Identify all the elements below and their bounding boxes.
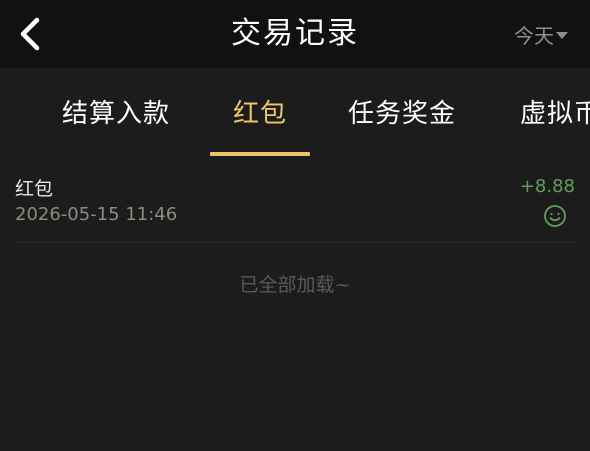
record-title: 红包 [15, 178, 54, 200]
caret-down-icon [556, 32, 568, 39]
tab-settlement-deposit[interactable]: 结算入款 [62, 68, 170, 160]
top-navigation-bar: 交易记录 今天 [0, 0, 590, 68]
category-tabs: 结算入款 红包 任务奖金 虚拟币 [0, 68, 590, 160]
record-amount: +8.88 [519, 176, 575, 197]
tab-red-packet[interactable]: 红包 [233, 68, 287, 160]
back-button[interactable] [10, 12, 50, 56]
tab-virtual-currency[interactable]: 虚拟币 [520, 68, 590, 160]
date-filter-label: 今天 [514, 23, 554, 48]
date-filter-dropdown[interactable]: 今天 [514, 18, 568, 50]
list-end-status: 已全部加载~ [239, 274, 351, 296]
list-item[interactable]: 红包 2026-05-15 11:46 +8.88 [15, 168, 575, 243]
transaction-records-screen: 交易记录 今天 结算入款 红包 任务奖金 虚拟币 红包 2026-05-15 1… [0, 0, 590, 451]
page-title: 交易记录 [231, 16, 359, 51]
tab-task-bonus[interactable]: 任务奖金 [348, 68, 456, 160]
smile-icon [544, 205, 566, 227]
record-timestamp: 2026-05-15 11:46 [15, 204, 178, 225]
active-tab-indicator [210, 152, 310, 156]
chevron-left-icon [20, 17, 40, 51]
